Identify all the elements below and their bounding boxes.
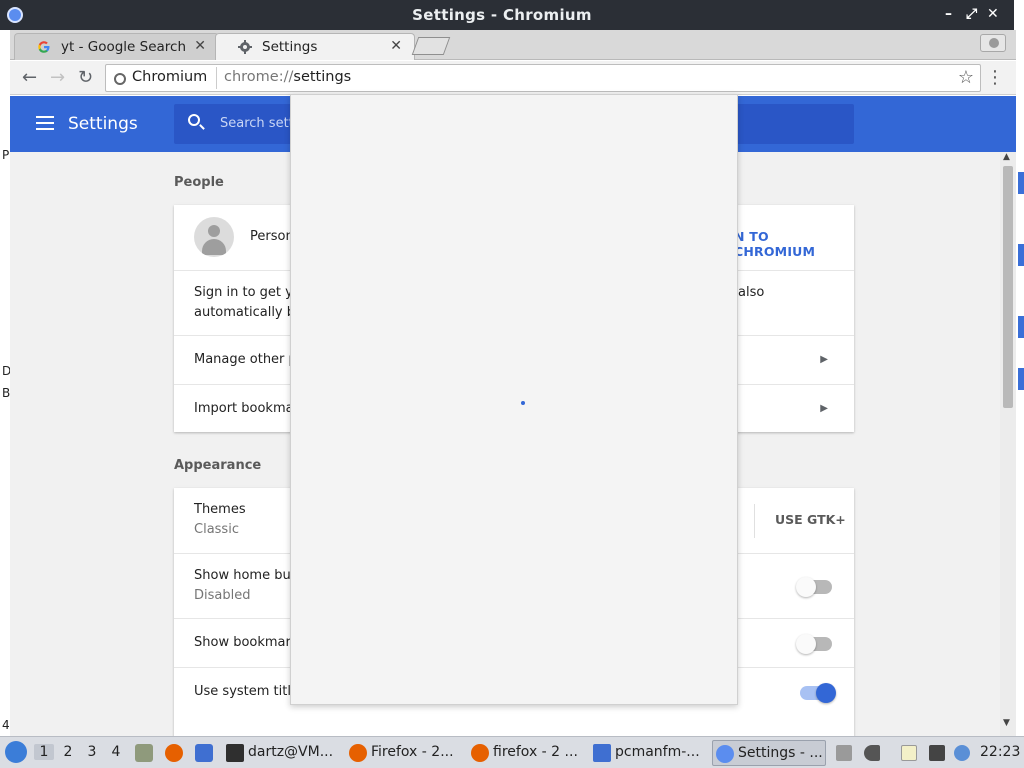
volume-icon[interactable] bbox=[864, 745, 880, 761]
notification-icon[interactable] bbox=[954, 745, 970, 761]
tab-label: yt - Google Search bbox=[61, 39, 187, 55]
tab-label: Settings bbox=[262, 39, 318, 55]
new-tab-button[interactable] bbox=[411, 37, 451, 55]
taskbar-clock: 22:23 bbox=[980, 744, 1021, 760]
person-label: Person bbox=[250, 229, 294, 244]
manage-people-label: Manage other pe bbox=[194, 352, 305, 367]
bookmark-star-icon[interactable]: ☆ bbox=[958, 67, 974, 88]
task-firefox-2[interactable]: firefox - 2 ... bbox=[471, 740, 589, 766]
use-gtk-button[interactable]: USE GTK+ bbox=[775, 512, 846, 527]
gear-icon bbox=[238, 40, 252, 54]
start-menu-icon[interactable] bbox=[5, 741, 27, 763]
task-pcmanfm[interactable]: pcmanfm-... bbox=[593, 740, 707, 766]
terminal-icon bbox=[226, 744, 244, 762]
url-scheme: chrome:// bbox=[224, 69, 294, 85]
task-label: Settings - ... bbox=[738, 745, 823, 761]
tab-settings[interactable]: Settings ✕ bbox=[215, 33, 415, 60]
signin-text-line2: automatically be bbox=[194, 305, 304, 320]
system-title-toggle[interactable] bbox=[800, 683, 836, 703]
url-path: settings bbox=[293, 69, 352, 85]
taskbar: 1 2 3 4 dartz@VM... Firefox - 2... firef… bbox=[0, 736, 1024, 768]
task-firefox-1[interactable]: Firefox - 2... bbox=[349, 740, 467, 766]
firefox-launcher-icon[interactable] bbox=[165, 744, 183, 762]
forward-button[interactable]: → bbox=[50, 67, 65, 88]
task-label: dartz@VM... bbox=[248, 744, 334, 760]
bookmarks-bar-label: Show bookmarks bbox=[194, 635, 306, 650]
folder-launcher-icon[interactable] bbox=[195, 744, 213, 762]
clipboard-icon[interactable] bbox=[901, 745, 917, 761]
profile-button[interactable] bbox=[980, 34, 1006, 52]
folder-icon bbox=[593, 744, 611, 762]
task-label: pcmanfm-... bbox=[615, 744, 700, 760]
background-window-highlight bbox=[1018, 172, 1024, 194]
background-window-highlight bbox=[1018, 244, 1024, 266]
settings-header-title: Settings bbox=[68, 114, 138, 134]
workspace-3[interactable]: 3 bbox=[82, 744, 102, 760]
close-tab-icon[interactable]: ✕ bbox=[194, 38, 206, 54]
signin-text-tail: also bbox=[738, 285, 765, 300]
loading-spinner-icon bbox=[521, 401, 525, 405]
chevron-right-icon: ▶ bbox=[820, 354, 828, 365]
reload-button[interactable]: ↻ bbox=[78, 67, 93, 88]
workspace-1[interactable]: 1 bbox=[34, 744, 54, 760]
avatar-icon bbox=[194, 217, 234, 257]
search-icon bbox=[188, 114, 200, 126]
task-label: Firefox - 2... bbox=[371, 744, 454, 760]
background-window-highlight bbox=[1018, 368, 1024, 390]
network-icon[interactable] bbox=[929, 745, 945, 761]
tab-strip: yt - Google Search ✕ Settings ✕ bbox=[10, 30, 1016, 60]
browser-menu-icon[interactable]: ⋮ bbox=[986, 67, 1004, 88]
task-label: firefox - 2 ... bbox=[493, 744, 578, 760]
address-bar[interactable]: Chromium chrome://settings ☆ bbox=[105, 64, 981, 92]
google-g-icon bbox=[38, 41, 50, 53]
search-placeholder: Search setti bbox=[220, 116, 298, 131]
hamburger-menu-icon[interactable] bbox=[36, 116, 54, 130]
chromium-icon bbox=[716, 745, 734, 763]
origin-chip: Chromium bbox=[132, 69, 208, 85]
scroll-up-icon[interactable]: ▲ bbox=[1003, 152, 1010, 162]
scrollbar-thumb[interactable] bbox=[1003, 166, 1013, 408]
workspace-4[interactable]: 4 bbox=[106, 744, 126, 760]
task-settings-chromium[interactable]: Settings - ... bbox=[712, 740, 826, 766]
home-button-label: Show home butt bbox=[194, 568, 301, 583]
file-manager-launcher-icon[interactable] bbox=[135, 744, 153, 762]
home-button-value: Disabled bbox=[194, 588, 251, 603]
system-title-label: Use system title bbox=[194, 684, 299, 699]
workspace-2[interactable]: 2 bbox=[58, 744, 78, 760]
themes-value: Classic bbox=[194, 522, 239, 537]
section-title-appearance: Appearance bbox=[174, 458, 262, 473]
bookmarks-bar-toggle[interactable] bbox=[796, 634, 832, 654]
section-title-people: People bbox=[174, 175, 224, 190]
background-window-text: P bbox=[2, 148, 10, 162]
firefox-icon bbox=[349, 744, 367, 762]
scroll-down-icon[interactable]: ▼ bbox=[1003, 718, 1010, 728]
back-button[interactable]: ← bbox=[22, 67, 37, 88]
close-tab-icon[interactable]: ✕ bbox=[390, 38, 402, 54]
background-window-text: B bbox=[2, 386, 11, 400]
background-window-highlight bbox=[1018, 316, 1024, 338]
avatar-icon bbox=[989, 38, 999, 48]
page-scrollbar[interactable]: ▲ ▼ bbox=[1000, 152, 1016, 736]
task-terminal[interactable]: dartz@VM... bbox=[226, 740, 344, 766]
browser-toolbar: ← → ↻ Chromium chrome://settings ☆ ⋮ bbox=[10, 61, 1016, 95]
themes-label: Themes bbox=[194, 502, 246, 517]
omnibox-divider bbox=[216, 67, 217, 89]
background-window-text: 4 bbox=[2, 718, 10, 732]
trash-icon[interactable] bbox=[836, 745, 852, 761]
row-divider bbox=[754, 504, 755, 538]
firefox-icon bbox=[471, 744, 489, 762]
home-button-toggle[interactable] bbox=[796, 577, 832, 597]
tab-google-search[interactable]: yt - Google Search ✕ bbox=[14, 33, 219, 60]
url-text: chrome://settings bbox=[224, 69, 351, 85]
sign-in-button[interactable]: N TO CHROMIUM bbox=[734, 229, 854, 259]
chrome-page-icon bbox=[114, 73, 126, 85]
chevron-right-icon: ▶ bbox=[820, 403, 828, 414]
loading-dialog bbox=[290, 94, 738, 705]
